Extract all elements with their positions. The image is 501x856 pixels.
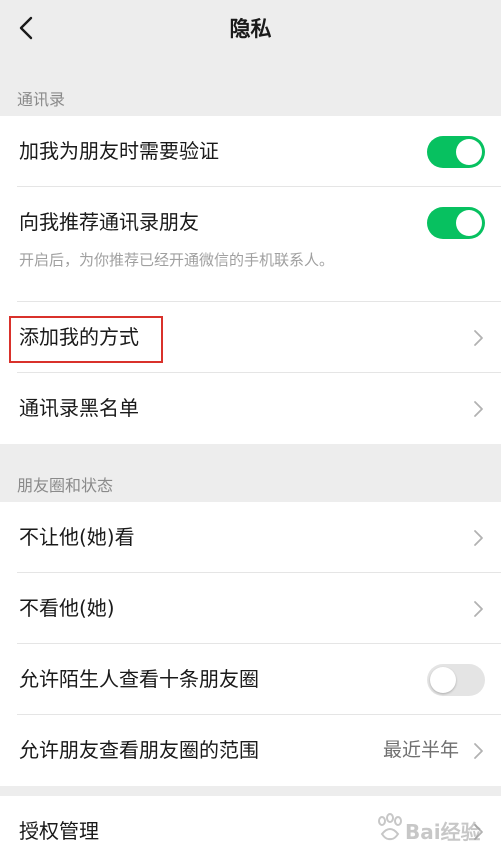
row-label: 加我为朋友时需要验证 [19, 139, 219, 163]
nav-bar: 隐私 [0, 0, 501, 58]
strangers-toggle[interactable] [427, 664, 485, 696]
toggle-knob [430, 667, 456, 693]
section-label-contacts: 通讯录 [17, 90, 66, 109]
range-value: 最近半年 [382, 739, 459, 761]
row-add-methods[interactable]: 添加我的方式 [0, 302, 501, 373]
row-label: 通讯录黑名单 [19, 396, 139, 420]
chevron-right-icon [474, 601, 483, 617]
row-label: 向我推荐通讯录朋友 [19, 210, 199, 234]
row-label: 允许陌生人查看十条朋友圈 [19, 667, 259, 691]
row-moments-range[interactable]: 允许朋友查看朋友圈的范围 最近半年 [0, 715, 501, 786]
row-add-verify[interactable]: 加我为朋友时需要验证 [0, 116, 501, 187]
toggle-knob [456, 139, 482, 165]
auth-group: 授权管理 [0, 796, 501, 856]
chevron-right-icon [474, 401, 483, 417]
toggle-knob [456, 210, 482, 236]
row-label: 允许朋友查看朋友圈的范围 [19, 738, 259, 762]
chevron-right-icon [474, 824, 483, 840]
row-dont-see[interactable]: 不看他(她) [0, 573, 501, 644]
chevron-right-icon [474, 530, 483, 546]
row-blacklist[interactable]: 通讯录黑名单 [0, 373, 501, 444]
page-title: 隐私 [229, 17, 272, 41]
chevron-left-icon [19, 16, 33, 40]
moments-group: 不让他(她)看 不看他(她) 允许陌生人查看十条朋友圈 允许朋友查看朋友圈的范围… [0, 502, 501, 786]
recommend-hint: 开启后，为你推荐已经开通微信的手机联系人。 [19, 251, 335, 269]
row-label: 不看他(她) [19, 596, 115, 620]
contacts-group: 加我为朋友时需要验证 向我推荐通讯录朋友 开启后，为你推荐已经开通微信的手机联系… [0, 116, 501, 444]
section-label-moments: 朋友圈和状态 [17, 476, 114, 495]
chevron-right-icon [474, 743, 483, 759]
row-hide-from[interactable]: 不让他(她)看 [0, 502, 501, 573]
row-auth-management[interactable]: 授权管理 [0, 796, 501, 856]
row-recommend-contacts[interactable]: 向我推荐通讯录朋友 开启后，为你推荐已经开通微信的手机联系人。 [0, 187, 501, 302]
chevron-right-icon [474, 330, 483, 346]
row-strangers-view[interactable]: 允许陌生人查看十条朋友圈 [0, 644, 501, 715]
row-label: 不让他(她)看 [19, 525, 135, 549]
add-verify-toggle[interactable] [427, 136, 485, 168]
row-label: 添加我的方式 [19, 325, 139, 349]
row-label: 授权管理 [19, 819, 99, 843]
recommend-toggle[interactable] [427, 207, 485, 239]
back-button[interactable] [8, 10, 44, 46]
